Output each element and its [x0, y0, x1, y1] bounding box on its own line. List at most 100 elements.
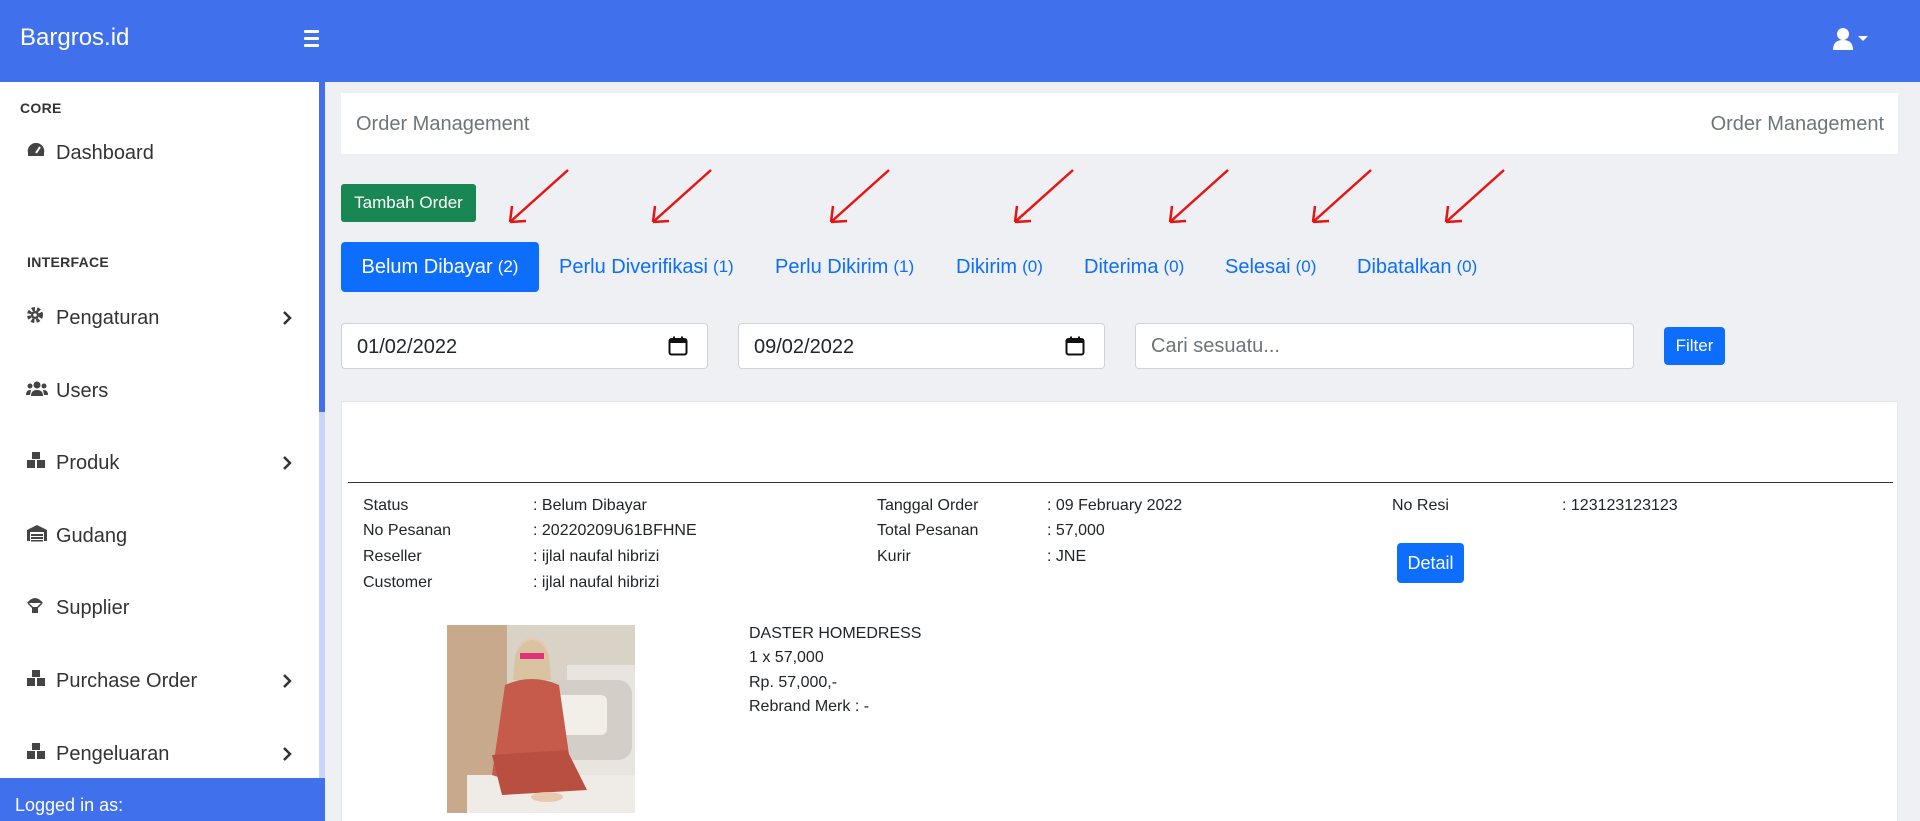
boxes-icon: [26, 742, 48, 766]
filter-button[interactable]: Filter: [1664, 327, 1725, 365]
tab-dibatalkan[interactable]: Dibatalkan (0): [1357, 242, 1477, 292]
sidebar-footer: Logged in as:: [0, 778, 325, 821]
chevron-right-icon: [282, 745, 292, 768]
order-date-value: : 09 February 2022: [1047, 497, 1183, 514]
sidebar: CORE Dashboard INTERFACE Pengaturan User…: [0, 82, 319, 821]
sidebar-item-dashboard[interactable]: Dashboard: [26, 138, 296, 168]
sidebar-item-label: Pengaturan: [56, 306, 160, 329]
page-header: Order Management Order Management: [341, 93, 1898, 154]
parachute-box-icon: [26, 596, 48, 620]
product-qty-price: 1 x 57,000: [749, 649, 824, 666]
tab-count: (0): [1163, 257, 1185, 276]
tab-belum-dibayar[interactable]: Belum Dibayar (2): [341, 242, 539, 292]
search-input[interactable]: [1135, 323, 1634, 369]
product-name: DASTER HOMEDRESS: [749, 625, 922, 642]
tab-label: Selesai: [1225, 255, 1291, 278]
caret-down-icon: [1858, 36, 1868, 41]
sidebar-item-label: Produk: [56, 451, 120, 474]
sidebar-scrollbar[interactable]: [319, 82, 325, 821]
calendar-icon[interactable]: [1065, 336, 1085, 362]
order-total-label: Total Pesanan: [877, 522, 979, 539]
date-to-value: 09/02/2022: [754, 336, 855, 358]
scrollbar-thumb[interactable]: [319, 412, 325, 821]
annotation-arrow-icon: [508, 169, 569, 224]
order-number-label: No Pesanan: [363, 522, 452, 539]
warehouse-icon: [26, 524, 48, 548]
tab-diterima[interactable]: Diterima (0): [1084, 242, 1184, 292]
chevron-right-icon: [282, 309, 292, 332]
calendar-icon[interactable]: [668, 336, 688, 362]
sidebar-item-label: Gudang: [56, 524, 128, 547]
tab-count: (1): [712, 257, 734, 276]
reseller-label: Reseller: [363, 548, 422, 565]
tab-label: Dibatalkan: [1357, 255, 1452, 278]
chevron-right-icon: [282, 672, 292, 695]
tab-label: Perlu Diverifikasi: [559, 255, 708, 278]
annotation-arrow-icon: [829, 169, 890, 224]
courier-value: : JNE: [1047, 548, 1087, 565]
order-card: Status : Belum Dibayar No Pesanan : 2022…: [341, 401, 1898, 821]
product-subtotal: Rp. 57,000,-: [749, 674, 838, 691]
page-title: Order Management: [356, 113, 530, 135]
status-label: Status: [363, 497, 409, 514]
tab-count: (2): [497, 257, 519, 276]
annotation-arrow-icon: [1168, 169, 1229, 224]
tab-perlu-dikirim[interactable]: Perlu Dikirim (1): [775, 242, 914, 292]
tachometer-icon: [26, 141, 48, 165]
order-date-label: Tanggal Order: [877, 497, 979, 514]
courier-label: Kurir: [877, 548, 911, 565]
add-order-button[interactable]: Tambah Order: [341, 184, 476, 222]
sidebar-toggle-icon[interactable]: [304, 24, 326, 52]
user-icon: [1833, 28, 1868, 50]
tab-label: Perlu Dikirim: [775, 255, 889, 278]
detail-button[interactable]: Detail: [1397, 543, 1464, 583]
annotation-arrow-icon: [1444, 169, 1505, 224]
gear-icon: [26, 306, 48, 330]
sidebar-item-produk[interactable]: Produk: [26, 448, 296, 478]
date-from-field[interactable]: 01/02/2022: [341, 323, 708, 369]
sidebar-item-label: Dashboard: [56, 141, 154, 164]
date-to-field[interactable]: 09/02/2022: [738, 323, 1105, 369]
sidebar-item-label: Supplier: [56, 596, 130, 619]
sidebar-item-label: Users: [56, 379, 109, 402]
sidebar-item-gudang[interactable]: Gudang: [26, 521, 296, 551]
annotation-arrow-icon: [1311, 169, 1372, 224]
boxes-icon: [26, 451, 48, 475]
sidebar-item-supplier[interactable]: Supplier: [26, 593, 296, 623]
tab-count: (0): [1022, 257, 1043, 276]
annotation-arrow-icon: [1013, 169, 1074, 224]
annotation-arrow-icon: [651, 169, 712, 224]
sidebar-item-pengaturan[interactable]: Pengaturan: [26, 303, 296, 333]
sidebar-item-label: Purchase Order: [56, 669, 198, 692]
sidebar-item-pengeluaran[interactable]: Pengeluaran: [26, 739, 296, 769]
breadcrumb: Order Management: [1710, 113, 1884, 135]
order-total-value: : 57,000: [1047, 522, 1105, 539]
top-navbar: Bargros.id: [0, 0, 1920, 82]
tab-count: (1): [893, 257, 915, 276]
tab-selesai[interactable]: Selesai (0): [1225, 242, 1316, 292]
brand-logo[interactable]: Bargros.id: [20, 24, 129, 52]
customer-label: Customer: [363, 574, 433, 591]
tab-dikirim[interactable]: Dikirim (0): [956, 242, 1043, 292]
tab-count: (0): [1456, 257, 1478, 276]
sidebar-item-users[interactable]: Users: [26, 376, 296, 406]
product-image[interactable]: [447, 625, 635, 813]
sidebar-item-label: Pengeluaran: [56, 742, 170, 765]
tab-count: (0): [1295, 257, 1317, 276]
order-number-value: : 20220209U61BFHNE: [533, 522, 697, 539]
tab-perlu-diverifikasi[interactable]: Perlu Diverifikasi (1): [559, 242, 734, 292]
user-menu-dropdown[interactable]: [1828, 26, 1872, 52]
tab-label: Dikirim: [956, 255, 1018, 278]
users-icon: [26, 380, 48, 403]
receipt-number-label: No Resi: [1392, 497, 1449, 514]
sidebar-heading-interface: INTERFACE: [27, 254, 110, 270]
reseller-value: : ijlal naufal hibrizi: [533, 548, 660, 565]
product-rebrand: Rebrand Merk : -: [749, 698, 870, 715]
divider: [348, 482, 1893, 483]
chevron-right-icon: [282, 454, 292, 477]
boxes-icon: [26, 669, 48, 693]
sidebar-item-purchase-order[interactable]: Purchase Order: [26, 666, 296, 696]
tab-label: Belum Dibayar: [361, 255, 493, 278]
receipt-number-value: : 123123123123: [1562, 497, 1678, 514]
tab-label: Diterima: [1084, 255, 1159, 278]
